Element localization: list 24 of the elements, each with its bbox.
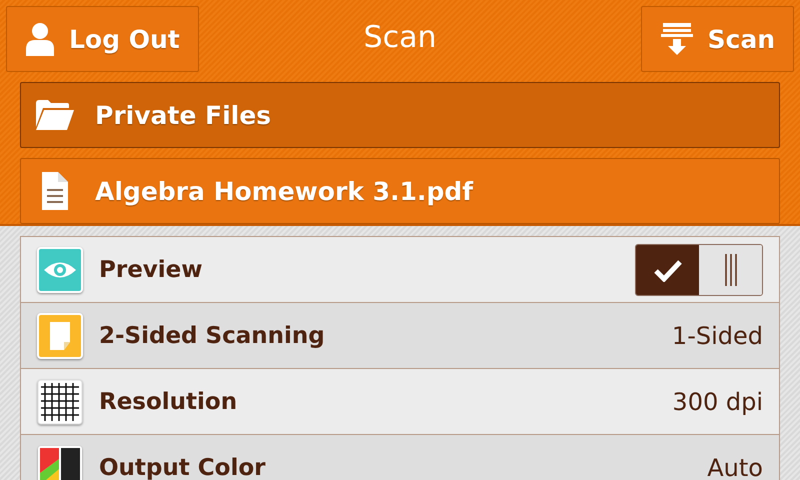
color-palette-icon (37, 444, 83, 480)
setting-label: 2-Sided Scanning (99, 322, 325, 348)
page-icon (37, 312, 83, 358)
preview-toggle[interactable] (635, 244, 763, 296)
setting-value: 1-Sided (672, 322, 763, 350)
setting-label: Resolution (99, 388, 238, 414)
setting-value: Auto (707, 454, 763, 480)
scanner-icon (660, 22, 694, 56)
settings-row[interactable]: Preview (21, 237, 779, 303)
grid-icon (37, 378, 83, 424)
setting-label: Preview (99, 256, 203, 282)
checkmark-icon (652, 258, 682, 282)
eye-icon (37, 246, 83, 292)
user-icon (25, 22, 55, 56)
setting-value: 300 dpi (672, 388, 763, 416)
settings-row[interactable]: 2-Sided Scanning 1-Sided (21, 303, 779, 369)
location-label: Algebra Homework 3.1.pdf (95, 176, 474, 206)
screen-title: Scan (362, 20, 438, 55)
location-item[interactable]: Private Files (20, 82, 780, 148)
settings-row[interactable]: Output Color Auto (21, 435, 779, 480)
location-label: Private Files (95, 100, 272, 130)
folder-icon (35, 99, 75, 131)
setting-label: Output Color (99, 454, 266, 480)
settings-row[interactable]: Resolution 300 dpi (21, 369, 779, 435)
